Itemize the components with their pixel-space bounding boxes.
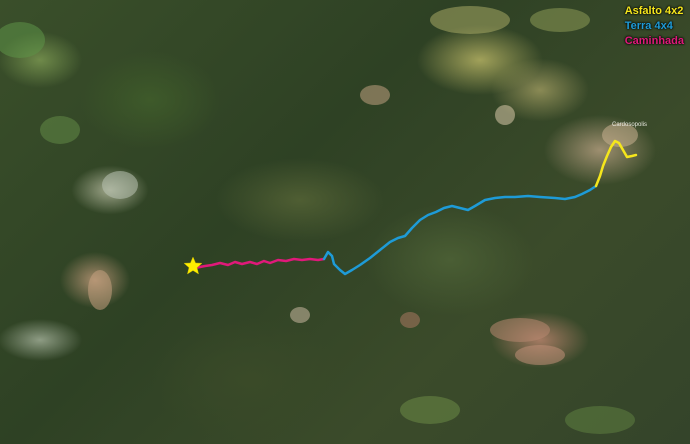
satellite-map[interactable]: Cardosopolis Asfalto 4x2 Terra 4x4 Camin… xyxy=(0,0,690,444)
legend-item-caminhada: Caminhada xyxy=(624,35,684,47)
star-icon[interactable] xyxy=(183,256,203,275)
route-asfalto-4x2[interactable] xyxy=(594,139,638,188)
route-terra-4x4[interactable] xyxy=(322,184,598,276)
legend-item-terra: Terra 4x4 xyxy=(624,20,673,32)
town-label: Cardosopolis xyxy=(612,122,648,128)
route-caminhada[interactable] xyxy=(193,257,326,270)
legend-item-asfalto: Asfalto 4x2 xyxy=(624,5,684,17)
map-legend: Asfalto 4x2 Terra 4x4 Caminhada xyxy=(625,4,684,49)
route-layer xyxy=(0,6,638,434)
terrain-texture xyxy=(0,6,638,434)
